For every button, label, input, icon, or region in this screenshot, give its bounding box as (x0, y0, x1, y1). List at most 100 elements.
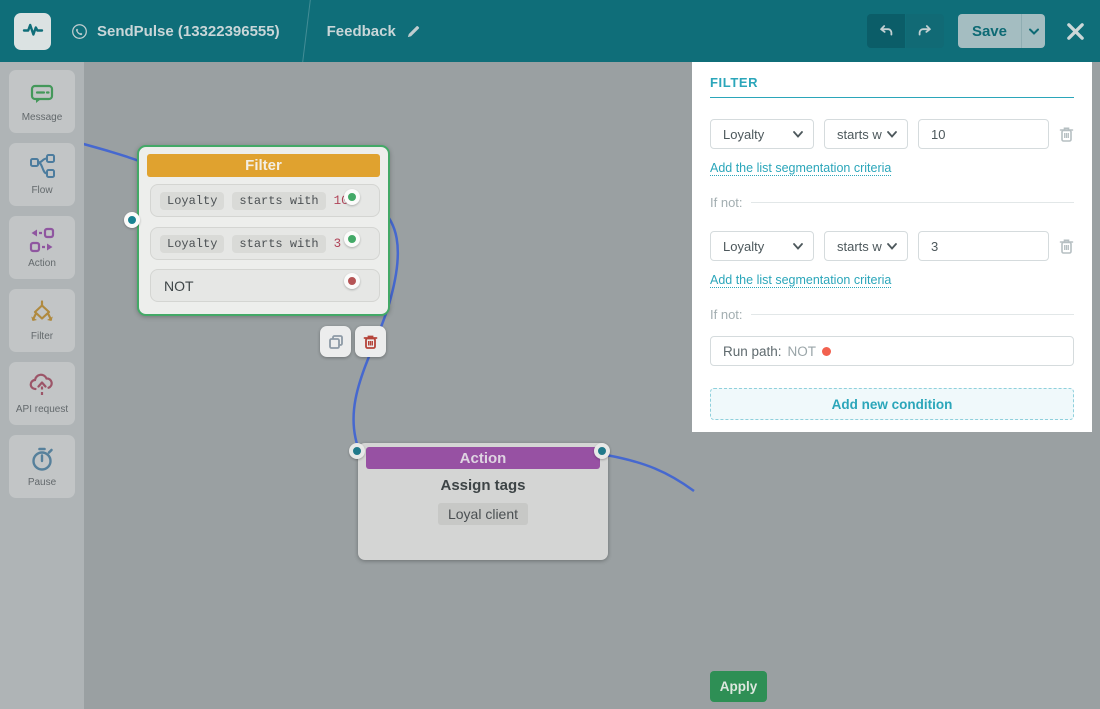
run-path-label: Run path: (723, 344, 782, 359)
divider-line (751, 202, 1074, 203)
red-dot-icon (822, 347, 831, 356)
operator-select[interactable]: starts w (824, 119, 908, 149)
action-input-port[interactable] (349, 443, 365, 459)
palette-item-message[interactable]: Message (9, 70, 75, 133)
palette-item-flow[interactable]: Flow (9, 143, 75, 206)
if-not-divider: If not: (710, 194, 1074, 210)
if-not-label: If not: (710, 307, 743, 322)
condition-field: Loyalty (160, 192, 224, 210)
action-icon (28, 226, 56, 254)
connection-action-out (606, 455, 694, 491)
condition-value: 3 (334, 237, 342, 251)
trash-icon (1059, 238, 1074, 255)
api-request-icon (28, 372, 56, 400)
undo-button[interactable] (867, 14, 905, 48)
chevron-down-icon (887, 243, 897, 250)
palette-label: Filter (31, 331, 53, 342)
chevron-down-icon (793, 131, 803, 138)
filter-output-port-not[interactable] (344, 273, 360, 289)
palette-label: Message (22, 112, 63, 123)
divider-line (751, 314, 1074, 315)
filter-node[interactable]: Filter Loyalty starts with 10 Loyalty st… (137, 145, 390, 316)
save-button[interactable]: Save (958, 14, 1021, 48)
field-select[interactable]: Loyalty (710, 231, 814, 261)
value-input[interactable] (918, 231, 1049, 261)
filter-icon (28, 299, 56, 327)
redo-icon (916, 22, 934, 40)
save-options-caret[interactable] (1021, 14, 1045, 48)
whatsapp-icon (71, 23, 88, 40)
condition-operator: starts with (232, 235, 325, 253)
duplicate-node-button[interactable] (320, 326, 351, 357)
panel-title: FILTER (710, 75, 1074, 90)
breadcrumb-separator (302, 0, 311, 62)
close-icon (1065, 21, 1086, 42)
remove-condition-button[interactable] (1059, 238, 1074, 255)
operator-select-value: starts w (837, 127, 882, 142)
top-bar: SendPulse (13322396555) Feedback Save (0, 0, 1100, 62)
panel-condition-row-2: Loyalty starts w (710, 231, 1074, 261)
palette-item-api-request[interactable]: API request (9, 362, 75, 425)
pause-icon (28, 445, 56, 473)
action-node-body: Assign tags Loyal client (358, 477, 608, 525)
trash-icon (1059, 126, 1074, 143)
caret-down-icon (1029, 28, 1039, 35)
edit-flow-name-icon[interactable] (406, 24, 421, 39)
add-new-condition-button[interactable]: Add new condition (710, 388, 1074, 420)
run-path-value: NOT (788, 344, 817, 359)
trash-icon (363, 334, 378, 350)
sendpulse-logo[interactable] (14, 13, 51, 50)
palette-item-pause[interactable]: Pause (9, 435, 75, 498)
filter-settings-panel: FILTER Loyalty starts w Add the list seg… (692, 62, 1092, 432)
action-output-port[interactable] (594, 443, 610, 459)
apply-button[interactable]: Apply (710, 671, 767, 702)
filter-input-port[interactable] (124, 212, 140, 228)
close-button[interactable] (1065, 21, 1086, 42)
flow-builder-screen: SendPulse (13322396555) Feedback Save (0, 0, 1100, 709)
account-title: SendPulse (13322396555) (97, 23, 280, 40)
flow-canvas[interactable]: Message Flow Action Filter API request P… (0, 62, 1100, 709)
run-path-field[interactable]: Run path: NOT (710, 336, 1074, 366)
palette-label: Flow (31, 185, 52, 196)
operator-select-value: starts w (837, 239, 882, 254)
palette-label: API request (16, 404, 68, 415)
palette-label: Pause (28, 477, 56, 488)
redo-button[interactable] (906, 14, 944, 48)
chevron-down-icon (793, 243, 803, 250)
filter-output-port-2[interactable] (344, 231, 360, 247)
palette-label: Action (28, 258, 56, 269)
if-not-divider: If not: (710, 306, 1074, 322)
panel-condition-row-1: Loyalty starts w (710, 119, 1074, 149)
action-tag: Loyal client (438, 503, 528, 525)
field-select-value: Loyalty (723, 239, 764, 254)
undo-icon (877, 22, 895, 40)
message-icon (28, 80, 56, 108)
if-not-label: If not: (710, 195, 743, 210)
delete-node-button[interactable] (355, 326, 386, 357)
field-select[interactable]: Loyalty (710, 119, 814, 149)
action-node[interactable]: Action Assign tags Loyal client (358, 443, 608, 560)
segmentation-link[interactable]: Add the list segmentation criteria (710, 273, 891, 288)
remove-condition-button[interactable] (1059, 126, 1074, 143)
copy-icon (328, 334, 344, 350)
condition-label: NOT (160, 278, 194, 294)
save-split-button: Save (958, 14, 1045, 48)
palette-item-filter[interactable]: Filter (9, 289, 75, 352)
condition-field: Loyalty (160, 235, 224, 253)
flow-icon (28, 153, 56, 181)
node-toolbar (320, 326, 386, 357)
chevron-down-icon (887, 131, 897, 138)
node-palette: Message Flow Action Filter API request P… (0, 62, 84, 709)
operator-select[interactable]: starts w (824, 231, 908, 261)
filter-output-port-1[interactable] (344, 189, 360, 205)
panel-title-rule (710, 97, 1074, 98)
action-name: Assign tags (358, 477, 608, 494)
flow-name: Feedback (327, 23, 396, 40)
action-node-header[interactable]: Action (366, 447, 600, 469)
filter-node-header[interactable]: Filter (147, 154, 380, 177)
value-input[interactable] (918, 119, 1049, 149)
palette-item-action[interactable]: Action (9, 216, 75, 279)
condition-operator: starts with (232, 192, 325, 210)
segmentation-link[interactable]: Add the list segmentation criteria (710, 161, 891, 176)
field-select-value: Loyalty (723, 127, 764, 142)
